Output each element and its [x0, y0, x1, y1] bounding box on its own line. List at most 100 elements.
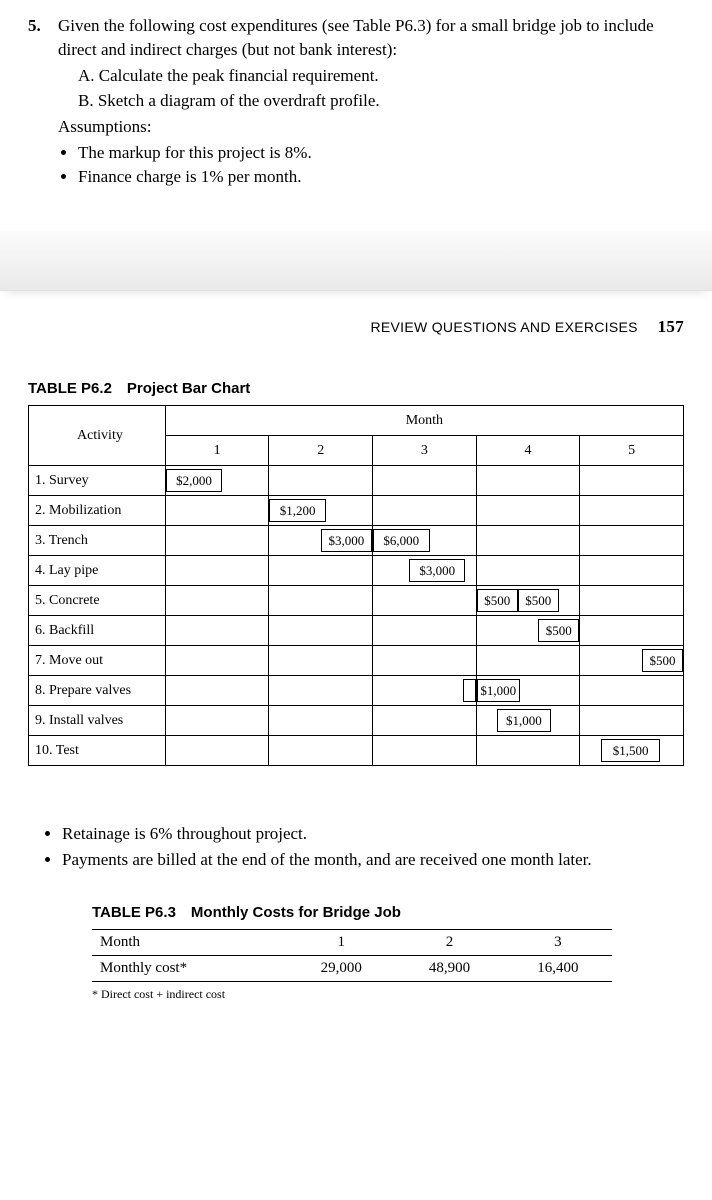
- activity-label: 6. Backfill: [29, 616, 166, 646]
- gantt-cell: [580, 676, 684, 706]
- gantt-cell: [373, 706, 477, 736]
- gantt-bar: $500: [477, 589, 518, 612]
- gantt-cell: [269, 646, 373, 676]
- problem-number: 5.: [28, 14, 58, 189]
- page-divider: [0, 231, 712, 291]
- assumption-item: The markup for this project is 8%.: [78, 141, 684, 165]
- gantt-cell: [373, 616, 477, 646]
- t63-row-label: Monthly cost*: [92, 955, 287, 981]
- gantt-bar: $500: [518, 589, 559, 612]
- assumptions-list: The markup for this project is 8%. Finan…: [58, 141, 684, 189]
- gantt-cell: [373, 646, 477, 676]
- running-head: REVIEW QUESTIONS AND EXERCISES 157: [28, 315, 684, 339]
- table-p62-title: TABLE P6.2 Project Bar Chart: [28, 378, 684, 399]
- gantt-bar: $2,000: [166, 469, 222, 492]
- gantt-cell: [476, 556, 580, 586]
- gantt-cell: [373, 586, 477, 616]
- gantt-cell: [269, 706, 373, 736]
- activity-label: 8. Prepare valves: [29, 676, 166, 706]
- t63-footnote: * Direct cost + indirect cost: [92, 986, 612, 1003]
- gantt-cell: [373, 676, 477, 706]
- gantt-cell: $500$500: [476, 586, 580, 616]
- gantt-cell: [476, 466, 580, 496]
- gantt-cell: [165, 706, 269, 736]
- gantt-bar: $6,000: [373, 529, 429, 552]
- gantt-cell: $1,000: [476, 706, 580, 736]
- month-column-header: 5: [580, 436, 684, 466]
- t63-cost: 16,400: [504, 955, 612, 981]
- gantt-bar: $1,500: [601, 739, 661, 762]
- gantt-cell: [165, 526, 269, 556]
- gantt-cell: [269, 676, 373, 706]
- problem-intro: Given the following cost expenditures (s…: [58, 14, 684, 62]
- note-item: Retainage is 6% throughout project.: [62, 822, 684, 846]
- gantt-cell: [580, 706, 684, 736]
- gantt-cell: [165, 586, 269, 616]
- gantt-cell: [165, 496, 269, 526]
- month-header: Month: [165, 406, 683, 436]
- activity-label: 1. Survey: [29, 466, 166, 496]
- gantt-bar: $1,000: [497, 709, 550, 732]
- gantt-cell: [476, 496, 580, 526]
- gantt-cell: [580, 526, 684, 556]
- activity-label: 3. Trench: [29, 526, 166, 556]
- activity-label: 10. Test: [29, 736, 166, 766]
- gantt-cell: [165, 556, 269, 586]
- gantt-cell: $2,000: [165, 466, 269, 496]
- t63-month: 2: [395, 929, 503, 955]
- assumptions-label: Assumptions:: [58, 115, 684, 139]
- gantt-bar: [463, 679, 475, 702]
- gantt-cell: $3,000: [269, 526, 373, 556]
- month-column-header: 1: [165, 436, 269, 466]
- gantt-bar: $1,200: [269, 499, 325, 522]
- gantt-cell: [269, 466, 373, 496]
- project-bar-chart: Activity Month 12345 1. Survey$2,0002. M…: [28, 405, 684, 766]
- activity-label: 9. Install valves: [29, 706, 166, 736]
- gantt-cell: $1,200: [269, 496, 373, 526]
- gantt-cell: [580, 496, 684, 526]
- t63-month: 3: [504, 929, 612, 955]
- gantt-bar: $500: [642, 649, 683, 672]
- gantt-bar: $3,000: [409, 559, 465, 582]
- month-column-header: 2: [269, 436, 373, 466]
- gantt-cell: [165, 616, 269, 646]
- gantt-cell: [269, 586, 373, 616]
- gantt-bar: $1,000: [477, 679, 520, 702]
- problem-part-a: A. Calculate the peak financial requirem…: [58, 64, 684, 88]
- gantt-cell: [373, 466, 477, 496]
- gantt-cell: [165, 646, 269, 676]
- gantt-cell: [476, 736, 580, 766]
- gantt-cell: [580, 466, 684, 496]
- problem-part-b: B. Sketch a diagram of the overdraft pro…: [58, 89, 684, 113]
- t63-month: 1: [287, 929, 395, 955]
- t63-row-label: Month: [92, 929, 287, 955]
- gantt-cell: $3,000: [373, 556, 477, 586]
- monthly-costs-table: Month 1 2 3 Monthly cost* 29,000 48,900 …: [92, 929, 612, 982]
- gantt-cell: [269, 736, 373, 766]
- gantt-cell: [580, 586, 684, 616]
- notes-block: Retainage is 6% throughout project. Paym…: [28, 822, 684, 872]
- table-p63-title: TABLE P6.3 Monthly Costs for Bridge Job: [92, 902, 612, 923]
- gantt-cell: [165, 676, 269, 706]
- gantt-cell: [373, 496, 477, 526]
- gantt-bar: $3,000: [321, 529, 372, 552]
- activity-header: Activity: [29, 406, 166, 466]
- note-item: Payments are billed at the end of the mo…: [62, 848, 684, 872]
- gantt-cell: $500: [580, 646, 684, 676]
- problem-block: 5. Given the following cost expenditures…: [28, 14, 684, 189]
- gantt-cell: [269, 556, 373, 586]
- gantt-cell: $500: [476, 616, 580, 646]
- gantt-bar: $500: [538, 619, 579, 642]
- t63-cost: 29,000: [287, 955, 395, 981]
- month-column-header: 4: [476, 436, 580, 466]
- gantt-cell: [373, 736, 477, 766]
- gantt-cell: [580, 616, 684, 646]
- activity-label: 7. Move out: [29, 646, 166, 676]
- gantt-cell: $1,000: [476, 676, 580, 706]
- page-number: 157: [658, 317, 684, 336]
- activity-label: 4. Lay pipe: [29, 556, 166, 586]
- gantt-cell: [580, 556, 684, 586]
- gantt-cell: [165, 736, 269, 766]
- assumption-item: Finance charge is 1% per month.: [78, 165, 684, 189]
- activity-label: 5. Concrete: [29, 586, 166, 616]
